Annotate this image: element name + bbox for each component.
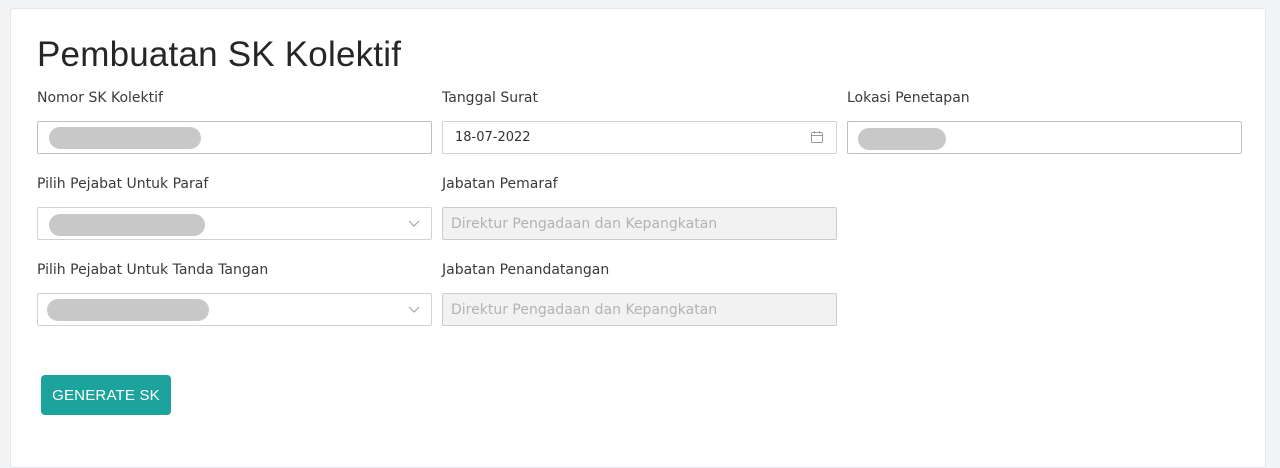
jabatan-pemaraf-placeholder: Direktur Pengadaan dan Kepangkatan: [451, 216, 718, 232]
calendar-icon[interactable]: [810, 130, 824, 144]
redacted-value: [49, 127, 201, 149]
jabatan-pemaraf-label: Jabatan Pemaraf: [442, 176, 558, 192]
redacted-value: [47, 299, 209, 321]
chevron-down-icon: [408, 220, 420, 227]
tanggal-surat-value: 18-07-2022: [455, 130, 531, 145]
pejabat-paraf-label: Pilih Pejabat Untuk Paraf: [37, 176, 209, 192]
jabatan-penandatangan-label: Jabatan Penandatangan: [442, 262, 610, 278]
redacted-value: [858, 128, 946, 150]
pejabat-ttd-select[interactable]: [37, 293, 432, 326]
lokasi-penetapan-input[interactable]: [847, 121, 1242, 154]
nomor-sk-input[interactable]: [37, 121, 432, 154]
redacted-value: [49, 214, 205, 236]
form-card: Pembuatan SK Kolektif Nomor SK Kolektif …: [10, 8, 1266, 468]
lokasi-penetapan-label: Lokasi Penetapan: [847, 90, 970, 106]
tanggal-surat-label: Tanggal Surat: [442, 90, 538, 106]
jabatan-penandatangan-input[interactable]: Direktur Pengadaan dan Kepangkatan: [442, 293, 837, 326]
tanggal-surat-input[interactable]: 18-07-2022: [442, 121, 837, 154]
page-title: Pembuatan SK Kolektif: [37, 35, 402, 74]
jabatan-pemaraf-input[interactable]: Direktur Pengadaan dan Kepangkatan: [442, 207, 837, 240]
pejabat-paraf-select[interactable]: [37, 207, 432, 240]
pejabat-ttd-label: Pilih Pejabat Untuk Tanda Tangan: [37, 262, 269, 278]
chevron-down-icon: [408, 306, 420, 313]
jabatan-penandatangan-placeholder: Direktur Pengadaan dan Kepangkatan: [451, 302, 718, 318]
generate-sk-button[interactable]: GENERATE SK: [41, 375, 171, 415]
nomor-sk-label: Nomor SK Kolektif: [37, 90, 163, 106]
